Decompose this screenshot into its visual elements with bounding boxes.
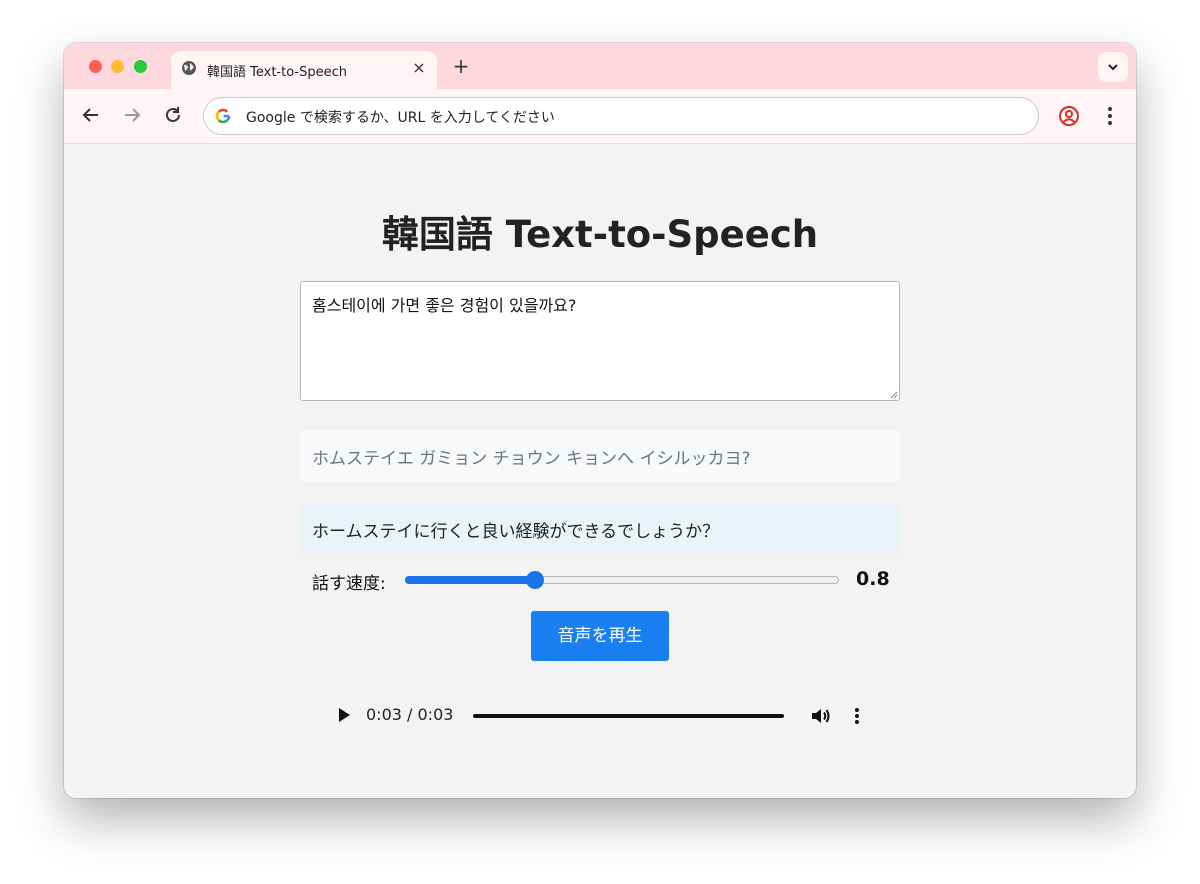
google-logo-icon [215,108,231,124]
resize-grip-icon[interactable] [889,390,898,399]
close-window-button[interactable] [89,60,102,73]
audio-progress-fill [473,714,784,718]
chevron-down-icon [1108,64,1118,71]
tab-search-button[interactable] [1098,52,1128,82]
play-icon[interactable] [337,707,351,723]
play-audio-button[interactable]: 音声を再生 [531,611,669,661]
tab-close-icon[interactable]: × [409,58,429,78]
korean-text-input[interactable]: 홈스테이에 가면 좋은 경험이 있을까요? [300,281,900,401]
tab-bar: 韓国語 Text-to-Speech × + [64,43,1136,89]
address-bar-placeholder: Google で検索するか、URL を入力してください [246,110,555,126]
back-arrow-icon[interactable] [79,103,103,127]
browser-toolbar: Google で検索するか、URL を入力してください [64,89,1136,144]
pronunciation-text: ホムステイエ ガミョン チョウン キョンへ イシルッカヨ? [300,430,900,482]
profile-icon[interactable] [1058,105,1080,127]
tab-title: 韓国語 Text-to-Speech [207,65,347,80]
audio-player: 0:03 / 0:03 [315,688,885,742]
minimize-window-button[interactable] [111,60,124,73]
reload-icon[interactable] [161,103,185,127]
globe-icon [182,61,196,75]
browser-window: 韓国語 Text-to-Speech × + Google で検索するか、URL… [64,43,1136,798]
page-title: 韓国語 Text-to-Speech [381,213,819,256]
more-vert-icon[interactable] [1100,105,1120,127]
address-bar[interactable]: Google で検索するか、URL を入力してください [203,97,1039,135]
speed-slider-thumb[interactable] [526,571,545,589]
tab-active[interactable]: 韓国語 Text-to-Speech × [171,51,437,89]
speed-slider-fill [405,576,536,584]
page-content: 韓国語 Text-to-Speech 홈스테이에 가면 좋은 경험이 있을까요?… [64,144,1136,798]
audio-progress-bar[interactable] [473,714,784,718]
forward-arrow-icon[interactable] [120,103,144,127]
speed-value: 0.8 [856,568,890,590]
zoom-window-button[interactable] [134,60,147,73]
more-options-icon[interactable] [851,706,863,726]
volume-icon[interactable] [810,706,832,726]
audio-time: 0:03 / 0:03 [366,705,454,724]
translation-text: ホームステイに行くと良い経験ができるでしょうか？ [300,504,900,554]
speed-label: 話す速度: [312,574,386,594]
new-tab-button[interactable]: + [449,55,473,79]
